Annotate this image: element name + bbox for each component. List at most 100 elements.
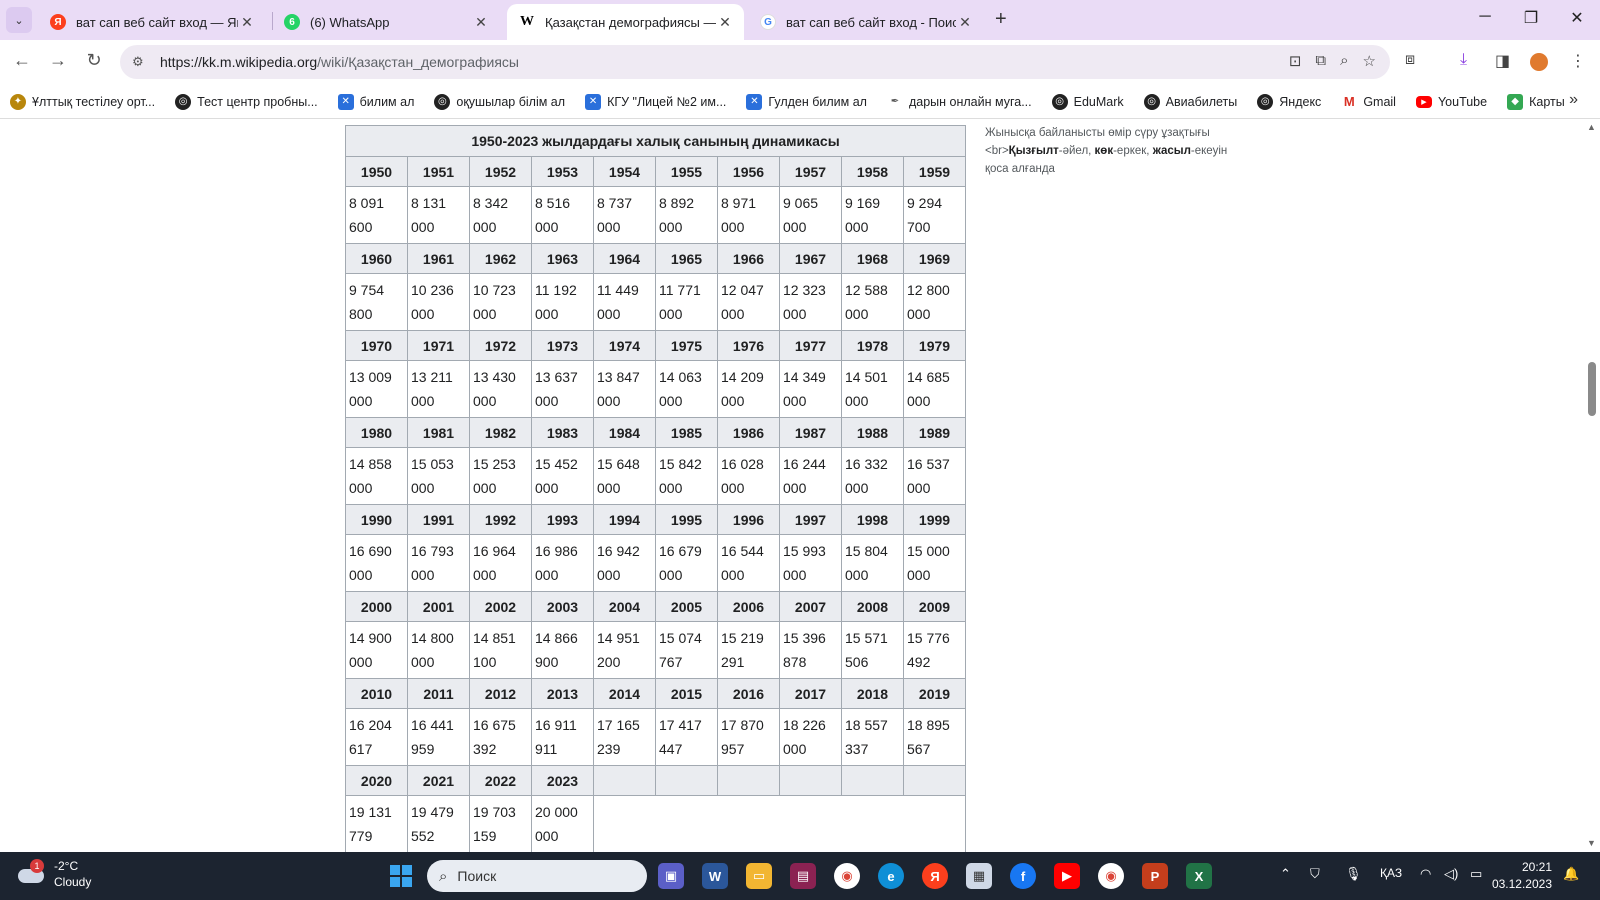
address-bar[interactable]: ⚙ https://kk.m.wikipedia.org/wiki/Қазақс… <box>120 45 1390 79</box>
word-icon[interactable]: W <box>702 863 728 889</box>
bookmark-daryn[interactable]: ✒ дарын онлайн муга... <box>887 94 1032 110</box>
year-header: 1964 <box>593 243 656 274</box>
notification-badge: 1 <box>30 859 44 873</box>
close-icon[interactable]: ✕ <box>472 14 490 31</box>
year-header: 2007 <box>779 591 842 622</box>
minimize-button[interactable]: ─ <box>1462 8 1508 26</box>
population-value-part: 000 <box>907 393 931 409</box>
taskbar-search[interactable]: ⌕ Поиск <box>427 860 647 892</box>
teams-icon[interactable]: ▣ <box>658 863 684 889</box>
close-icon[interactable]: ✕ <box>956 14 974 31</box>
document-app-icon[interactable]: ▦ <box>966 863 992 889</box>
more-bookmarks-button[interactable]: » <box>1569 91 1578 109</box>
population-value-part: 14 349 <box>783 369 826 385</box>
new-tab-button[interactable]: + <box>995 8 1007 31</box>
file-explorer-icon[interactable]: ▭ <box>746 863 772 889</box>
year-header: 2011 <box>407 678 470 709</box>
window-close-button[interactable]: ✕ <box>1554 8 1600 28</box>
translate-icon[interactable]: ⧉ <box>1315 52 1326 70</box>
excel-icon[interactable]: X <box>1186 863 1212 889</box>
bookmark-ntc[interactable]: ✦ Ұлттық тестілеу орт... <box>10 93 155 110</box>
population-cell: 14 800 000 <box>407 621 470 679</box>
site-settings-icon[interactable]: ⚙ <box>132 54 152 70</box>
scroll-thumb[interactable] <box>1588 362 1596 416</box>
page-scrollbar[interactable]: ▲ ▼ <box>1584 120 1600 852</box>
bookmark-star-icon[interactable]: ☆ <box>1363 52 1376 70</box>
notification-bell-icon[interactable]: 🔔 <box>1563 866 1579 882</box>
start-button[interactable] <box>390 865 412 887</box>
download-icon[interactable]: ⤓ <box>1460 51 1467 69</box>
menu-icon[interactable]: ⋮ <box>1570 51 1586 71</box>
bookmark-bilim-al[interactable]: ✕ билим ал <box>337 93 414 110</box>
winrar-icon[interactable]: ▤ <box>790 863 816 889</box>
population-value-part: 16 675 <box>473 717 516 733</box>
population-value-part: 15 074 <box>659 630 702 646</box>
scroll-down-icon[interactable]: ▼ <box>1587 838 1596 848</box>
year-header-row: 1980 1981 1982 1983 1984 1985 1986 1987 1988 1989 <box>345 417 966 448</box>
bookmark-aviabilety[interactable]: ◎ Авиабилеты <box>1143 93 1237 110</box>
empty-header-cell <box>655 765 718 796</box>
globe-icon: ◎ <box>1257 93 1274 110</box>
chrome-profile-icon[interactable]: ◉ <box>1098 863 1124 889</box>
bookmark-okushylar[interactable]: ◎ оқушылар білім ал <box>434 93 565 110</box>
profile-avatar[interactable] <box>1530 53 1548 71</box>
chevron-up-icon[interactable]: ⌃ <box>1280 866 1291 882</box>
population-value-part: 15 000 <box>907 543 950 559</box>
facebook-icon[interactable]: f <box>1010 863 1036 889</box>
tab-yandex[interactable]: Я ват сап веб сайт вход — Яндекс ✕ <box>38 4 266 40</box>
population-value-part: 10 723 <box>473 282 516 298</box>
side-panel-icon[interactable]: ◨ <box>1495 51 1510 71</box>
population-cell: 15 396 878 <box>779 621 842 679</box>
population-cell: 14 685 000 <box>903 360 966 418</box>
population-value-part: 16 028 <box>721 456 764 472</box>
back-button[interactable]: ← <box>10 50 34 71</box>
population-value-part: 14 858 <box>349 456 392 472</box>
population-cell: 14 063 000 <box>655 360 718 418</box>
language-indicator[interactable]: ҚАЗ <box>1380 866 1402 880</box>
edge-icon[interactable]: e <box>878 863 904 889</box>
bookmark-test-center[interactable]: ◎ Тест центр пробны... <box>175 93 318 110</box>
tab-wikipedia[interactable]: W Қазақстан демографиясы — Уикипедия ✕ <box>507 4 744 40</box>
shield-icon[interactable]: ⛉ <box>1310 866 1320 882</box>
weather-widget[interactable]: 1 -2°C Cloudy <box>16 858 91 890</box>
bookmark-kgu-lyceum[interactable]: ✕ КГУ "Лицей №2 им... <box>585 93 726 110</box>
yandex-browser-icon[interactable]: Я <box>922 863 948 889</box>
bookmark-youtube[interactable]: ▶ YouTube <box>1415 95 1487 109</box>
population-value-part: 000 <box>659 306 683 322</box>
url-text[interactable]: https://kk.m.wikipedia.org/wiki/Қазақста… <box>160 54 519 70</box>
system-clock[interactable]: 20:21 03.12.2023 <box>1480 859 1552 893</box>
population-value-part: 492 <box>907 654 931 670</box>
close-icon[interactable]: ✕ <box>716 14 734 31</box>
close-icon[interactable]: ✕ <box>238 14 256 31</box>
year-header: 1975 <box>655 330 718 361</box>
tab-search-button[interactable]: ⌄ <box>6 7 32 33</box>
population-value-part: 18 557 <box>845 717 888 733</box>
tab-google-search[interactable]: G ват сап веб сайт вход - Поиск ✕ <box>748 4 984 40</box>
bookmark-gulden[interactable]: ✕ Гулден билим ал <box>746 93 867 110</box>
chrome-icon[interactable]: ◉ <box>834 863 860 889</box>
volume-icon[interactable]: ◁) <box>1444 866 1458 882</box>
microphone-icon[interactable]: 🎙 <box>1345 866 1362 882</box>
population-cell: 18 557 337 <box>841 708 904 766</box>
population-cell: 20 000 000 <box>531 795 594 852</box>
bookmark-yandex[interactable]: ◎ Яндекс <box>1257 93 1321 110</box>
population-value-part: 8 091 <box>349 195 385 211</box>
year-header: 1979 <box>903 330 966 361</box>
bookmark-gmail[interactable]: M Gmail <box>1341 94 1396 110</box>
bookmark-edumark[interactable]: ◎ EduMark <box>1051 93 1124 110</box>
powerpoint-icon[interactable]: P <box>1142 863 1168 889</box>
tab-whatsapp[interactable]: 6 (6) WhatsApp ✕ <box>272 4 500 40</box>
wifi-icon[interactable]: ◠ <box>1420 866 1431 882</box>
install-app-icon[interactable]: ⊡ <box>1289 52 1302 70</box>
reload-button[interactable]: ↻ <box>82 50 106 71</box>
population-cell: 18 895 567 <box>903 708 966 766</box>
population-row: 16 204 617 16 441 959 16 675 392 16 911 911 17 1… <box>345 708 966 766</box>
zoom-icon[interactable]: ⌕ <box>1340 52 1348 70</box>
scroll-up-icon[interactable]: ▲ <box>1587 122 1596 132</box>
extensions-icon[interactable]: ⧈ <box>1405 51 1415 69</box>
youtube-app-icon[interactable]: ▶ <box>1054 863 1080 889</box>
restore-button[interactable]: ❐ <box>1508 8 1554 28</box>
forward-button[interactable]: → <box>46 50 70 71</box>
population-value-part: 16 942 <box>597 543 640 559</box>
bookmark-maps[interactable]: ◆ Карты <box>1507 93 1565 110</box>
